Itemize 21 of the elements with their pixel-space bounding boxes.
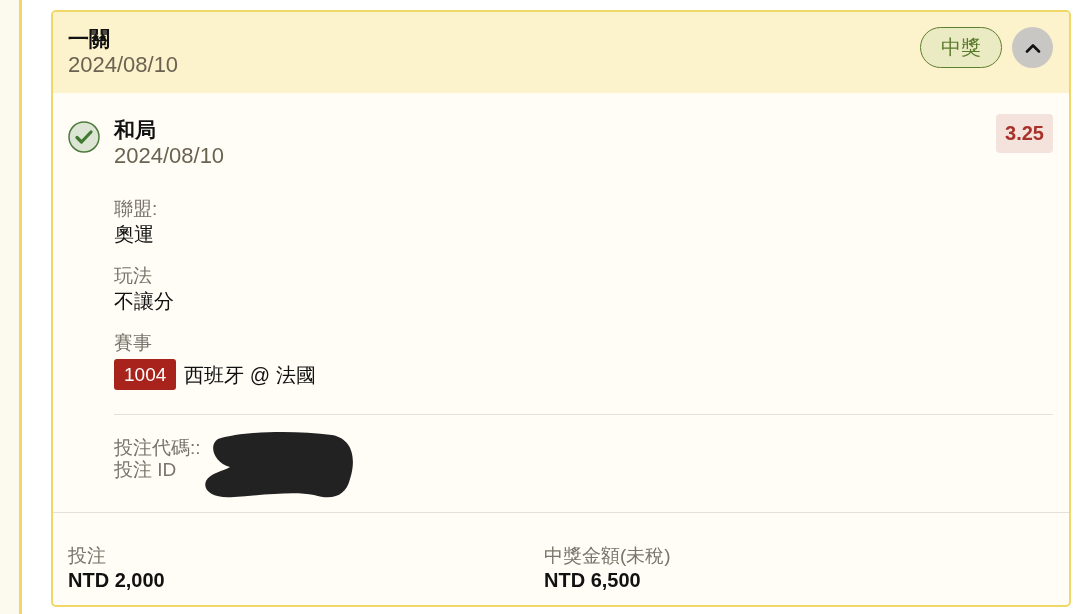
chevron-up-icon: [1024, 42, 1041, 53]
summary-label: 投注: [68, 544, 107, 568]
odds-badge: 3.25: [996, 114, 1053, 153]
field-value: 不讓分: [114, 289, 175, 314]
bet-date: 2024/08/10: [68, 52, 179, 78]
field-label: 玩法: [114, 264, 153, 288]
summary-value: NTD 2,000: [68, 568, 166, 592]
bet-title: 一關: [68, 26, 111, 52]
reference-label: 投注 ID: [114, 459, 177, 481]
summary-value: NTD 6,500: [544, 568, 642, 592]
match-code-badge: 1004: [114, 359, 177, 390]
field-label: 聯盟:: [114, 197, 159, 221]
summary-label: 中獎金額(未稅): [544, 544, 672, 568]
status-badge: 中獎: [920, 27, 1002, 68]
pick-date: 2024/08/10: [114, 143, 226, 169]
match-teams: 西班牙 @ 法國: [184, 362, 316, 388]
collapse-button[interactable]: [1012, 27, 1053, 68]
reference-label: 投注代碼::: [114, 437, 201, 459]
pick-name: 和局: [114, 117, 157, 143]
field-value: 奧運: [114, 222, 155, 247]
field-label: 賽事: [114, 331, 153, 355]
